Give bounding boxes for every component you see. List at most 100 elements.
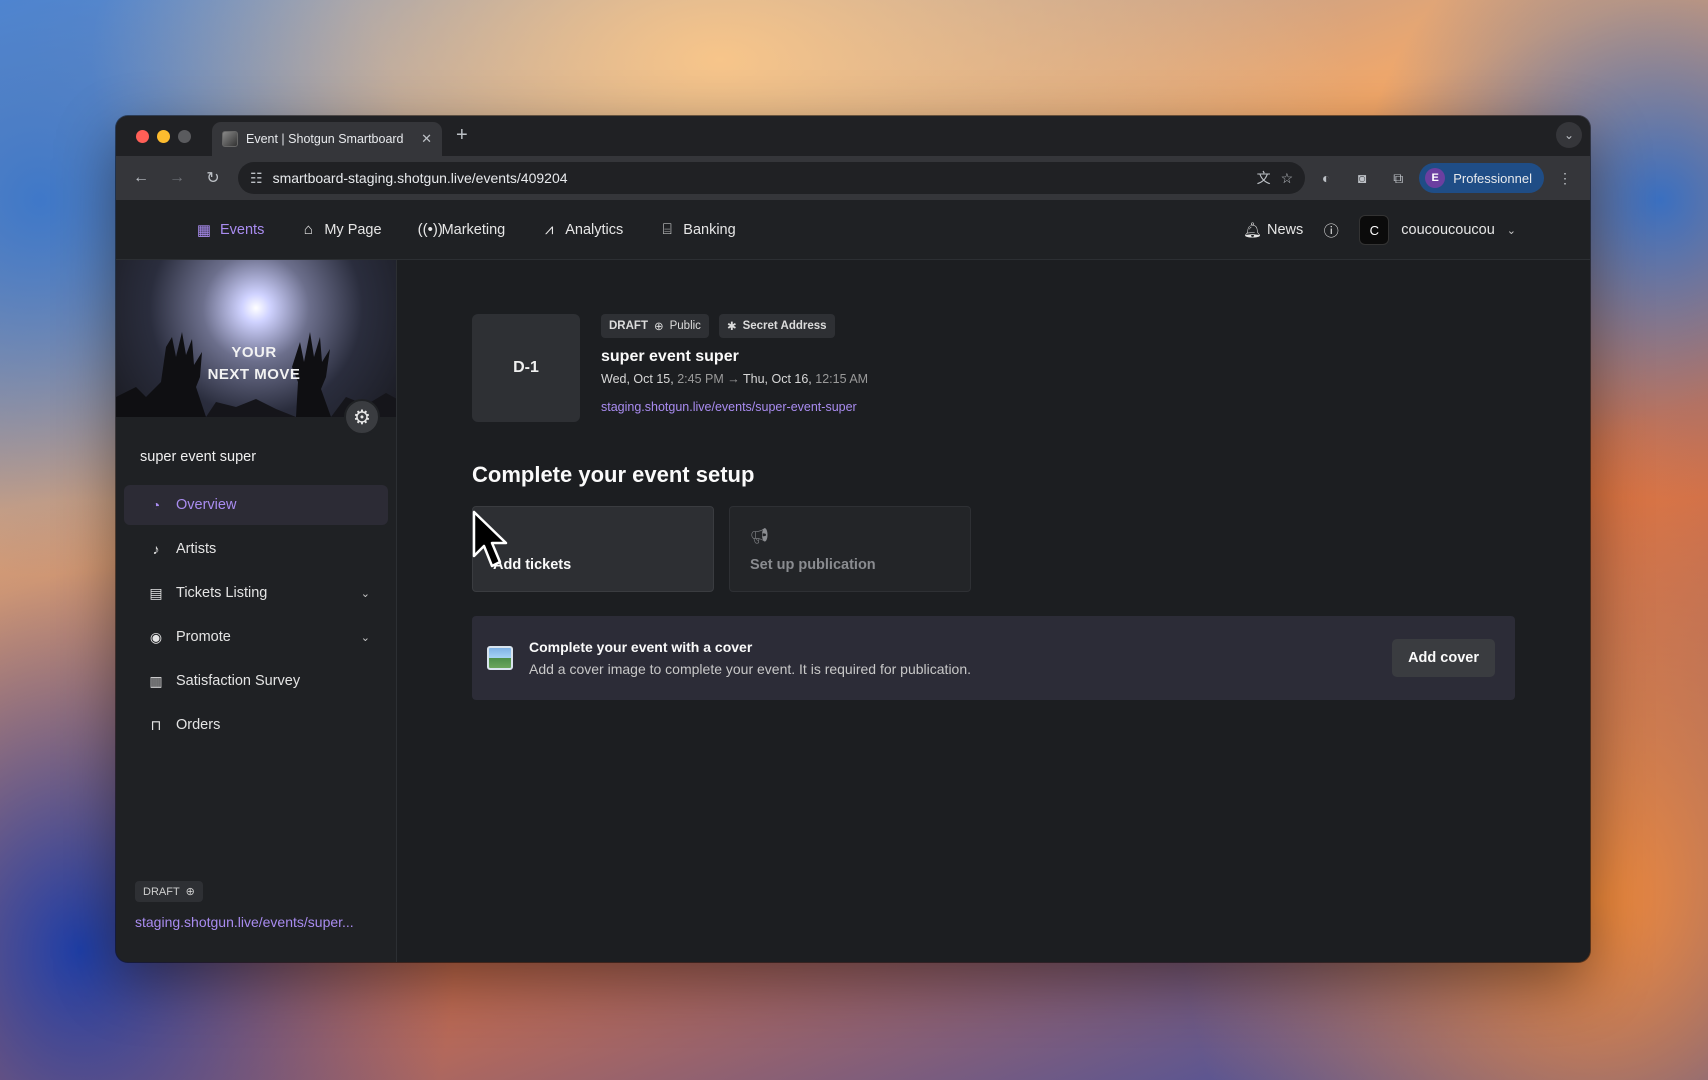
pie-chart-icon: ◔ xyxy=(151,497,161,513)
nav-events[interactable]: ▦ Events xyxy=(196,221,264,239)
add-tickets-label: Add tickets xyxy=(493,557,572,573)
sidebar-item-tickets-listing[interactable]: ▤ Tickets Listing ⌄ xyxy=(124,573,388,613)
bag-icon: ⊓ xyxy=(150,716,162,733)
cover-banner-text: Complete your event with a cover Add a c… xyxy=(529,639,1392,677)
bell-icon: 🔔︎ xyxy=(1243,222,1263,239)
nav-news-label: News xyxy=(1267,222,1304,238)
sidebar-item-label: Overview xyxy=(176,497,237,513)
home-icon: ⌂ xyxy=(303,221,313,238)
sidebar-footer: DRAFT ⊕ staging.shotgun.live/events/supe… xyxy=(135,881,354,930)
bookmark-star-icon[interactable]: ☆ xyxy=(1281,170,1294,187)
sidebar-item-orders[interactable]: ⊓ Orders xyxy=(124,705,388,745)
sidebar-item-overview[interactable]: ◔ Overview xyxy=(124,485,388,525)
setup-publication-card[interactable]: 📢︎ Set up publication xyxy=(729,506,971,592)
profile-label: Professionnel xyxy=(1453,170,1532,186)
secret-address-tag: ✱ Secret Address xyxy=(718,314,835,338)
mouse-cursor-icon xyxy=(472,510,508,568)
status-badge-label: DRAFT xyxy=(143,885,180,898)
sidebar-item-label: Artists xyxy=(176,541,217,557)
main-content: D-1 DRAFT ⊕ Public ✱ Secret Address supe… xyxy=(397,260,1590,962)
chart-line-icon: ⩘ xyxy=(545,221,554,238)
favicon-icon xyxy=(222,131,238,147)
nav-analytics-label: Analytics xyxy=(565,221,624,238)
app-top-nav: ▦ Events ⌂ My Page ((•)) Marketing ⩘ Ana… xyxy=(116,200,1590,260)
user-menu[interactable]: C coucoucoucou ⌄ xyxy=(1359,215,1516,245)
nav-banking-label: Banking xyxy=(683,221,736,238)
back-icon[interactable]: ← xyxy=(126,163,156,193)
chevron-down-icon: ⌄ xyxy=(360,631,370,644)
sidebar-item-label: Orders xyxy=(176,717,221,733)
nav-marketing[interactable]: ((•)) Marketing xyxy=(418,221,506,238)
end-day: Thu, Oct 16, xyxy=(743,372,812,386)
countdown-tile: D-1 xyxy=(472,314,580,422)
sidebar-item-satisfaction-survey[interactable]: ▥ Satisfaction Survey xyxy=(124,661,388,701)
browser-tab[interactable]: Event | Shotgun Smartboard ✕ xyxy=(212,122,442,156)
reload-icon[interactable]: ↻ xyxy=(198,163,228,193)
url-text[interactable]: smartboard-staging.shotgun.live/events/4… xyxy=(273,170,1247,186)
close-window-button[interactable] xyxy=(136,130,149,143)
address-bar[interactable]: ☷ smartboard-staging.shotgun.live/events… xyxy=(238,162,1306,194)
nav-marketing-label: Marketing xyxy=(441,221,506,238)
tab-title: Event | Shotgun Smartboard xyxy=(246,132,404,146)
sidebar-item-label: Tickets Listing xyxy=(176,585,268,601)
add-cover-button[interactable]: Add cover xyxy=(1392,639,1495,677)
cover-banner-description: Add a cover image to complete your event… xyxy=(529,661,972,677)
event-title: super event super xyxy=(601,348,739,365)
start-day: Wed, Oct 15, xyxy=(601,372,674,386)
secret-address-label: Secret Address xyxy=(742,320,827,332)
nav-news[interactable]: 🔔︎ News xyxy=(1243,221,1303,239)
browser-menu-icon[interactable]: ⋮ xyxy=(1550,170,1580,187)
forward-icon[interactable]: → xyxy=(162,163,192,193)
secret-address-icon: ✱ xyxy=(726,321,737,333)
ticket-icon: ▤ xyxy=(149,584,163,601)
event-info: DRAFT ⊕ Public ✱ Secret Address super ev… xyxy=(601,314,868,414)
event-sidebar: YOUR NEXT MOVE ⚙ super event super ◔ Ove… xyxy=(116,260,397,962)
setup-publication-label: Set up publication xyxy=(750,557,876,573)
nav-my-page[interactable]: ⌂ My Page xyxy=(300,221,382,238)
sidebar-item-label: Promote xyxy=(176,629,231,645)
cover-text-line2: NEXT MOVE xyxy=(207,366,301,383)
username: coucoucoucou xyxy=(1401,222,1495,238)
maximize-window-button[interactable] xyxy=(178,130,191,143)
extensions-puzzle-icon[interactable]: ⧉ xyxy=(1383,170,1413,187)
music-note-icon: ♪ xyxy=(152,541,160,557)
setup-title: Complete your event setup xyxy=(472,462,755,487)
nav-my-page-label: My Page xyxy=(324,221,382,238)
nav-analytics[interactable]: ⩘ Analytics xyxy=(541,221,623,238)
help-icon: ⓘ xyxy=(1323,222,1339,240)
globe-icon: ⊕ xyxy=(653,321,664,333)
chevron-down-icon: ⌄ xyxy=(1506,224,1516,237)
end-time: 12:15 AM xyxy=(815,372,869,386)
sidebar-event-link[interactable]: staging.shotgun.live/events/super... xyxy=(135,914,354,930)
event-public-link[interactable]: staging.shotgun.live/events/super-event-… xyxy=(601,400,868,414)
visibility-label: Public xyxy=(669,320,701,332)
nav-right: 🔔︎ News ⓘ C coucoucoucou ⌄ xyxy=(1243,200,1516,260)
gear-icon[interactable]: ⚙ xyxy=(344,399,380,435)
megaphone-icon: 📢︎ xyxy=(750,528,770,545)
status-tag: DRAFT ⊕ Public xyxy=(601,314,709,338)
extension-shield-icon[interactable]: ◐ xyxy=(1311,170,1341,186)
close-tab-icon[interactable]: ✕ xyxy=(421,131,432,147)
camera-extension-icon[interactable]: ◙ xyxy=(1347,170,1377,186)
cover-text-line1: YOUR xyxy=(231,344,277,361)
sidebar-item-artists[interactable]: ♪ Artists xyxy=(124,529,388,569)
help-button[interactable]: ⓘ xyxy=(1323,220,1339,241)
nav-banking[interactable]: ⌸ Banking xyxy=(659,221,736,238)
cover-banner-title: Complete your event with a cover xyxy=(529,639,753,655)
tab-search-icon[interactable]: ⌄ xyxy=(1556,122,1582,148)
browser-window: Event | Shotgun Smartboard ✕ + ⌄ ← → ↻ ☷… xyxy=(116,116,1590,962)
image-icon xyxy=(487,646,513,670)
bank-icon: ⌸ xyxy=(662,221,672,238)
user-avatar: C xyxy=(1359,215,1390,245)
new-tab-icon[interactable]: + xyxy=(456,124,468,147)
sidebar-item-promote[interactable]: ◉ Promote ⌄ xyxy=(124,617,388,657)
sidebar-item-label: Satisfaction Survey xyxy=(176,673,301,689)
tab-strip: Event | Shotgun Smartboard ✕ + ⌄ xyxy=(116,116,1590,156)
translate-icon[interactable]: 文 xyxy=(1257,168,1271,188)
broadcast-icon: ◉ xyxy=(149,628,163,645)
minimize-window-button[interactable] xyxy=(157,130,170,143)
sidebar-menu: ◔ Overview ♪ Artists ▤ Tickets Listing ⌄… xyxy=(116,485,396,745)
profile-button[interactable]: E Professionnel xyxy=(1419,163,1544,193)
window-controls xyxy=(136,130,191,143)
site-settings-icon[interactable]: ☷ xyxy=(250,170,263,187)
